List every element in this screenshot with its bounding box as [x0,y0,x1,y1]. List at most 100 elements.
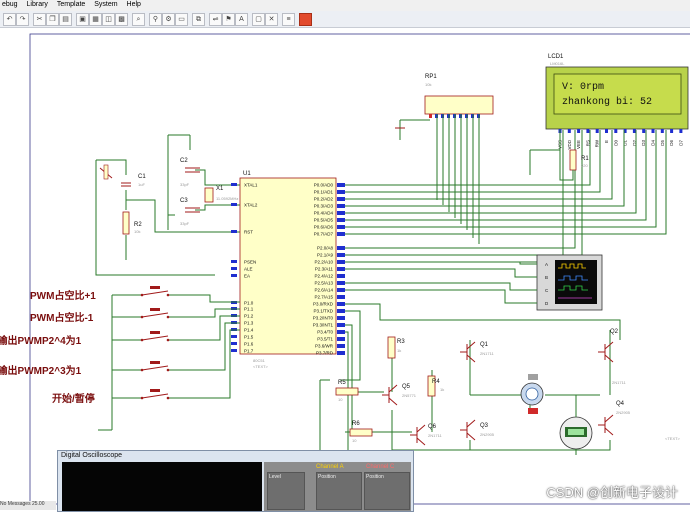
push-button[interactable] [112,361,180,372]
resistor-pack-rp1[interactable]: RP1 10k [424,74,494,115]
crystal-x1[interactable]: X1 11.0592MHz [204,186,238,203]
transistor-q6[interactable]: Q6 2N1711 [410,424,442,446]
package-icon[interactable]: ▭ [175,13,188,26]
menu-help[interactable]: Help [125,0,146,8]
u1-right-pin[interactable] [337,211,345,215]
u1-right-pin[interactable] [337,337,345,341]
menu-library[interactable]: Library [25,0,53,8]
property-assign-icon[interactable]: A [235,13,248,26]
bom-icon[interactable] [299,13,312,26]
u1-left-pin[interactable] [231,203,237,206]
rp1-pin[interactable] [429,114,432,118]
lcd-pin[interactable] [567,129,571,133]
voltmeter[interactable] [559,395,593,455]
mcu-u1[interactable]: U1 80C51 <TEXT> XTAL1 XTAL2 RST PSEN ALE EA P1… [231,171,345,369]
u1-left-pin[interactable] [231,267,237,270]
menu-debug[interactable]: ebug [0,0,23,8]
push-button[interactable] [112,389,180,400]
u1-right-pin[interactable] [337,302,345,306]
u1-left-pin[interactable] [231,274,237,277]
u1-right-pin[interactable] [337,218,345,222]
block-rotate-icon[interactable]: ◫ [102,13,115,26]
redo-icon[interactable]: ↷ [16,13,29,26]
u1-right-pin[interactable] [337,295,345,299]
u1-right-pin[interactable] [337,309,345,313]
u1-right-pin[interactable] [337,246,345,250]
capacitor-c3[interactable]: C3 33pF [180,198,200,226]
paste-icon[interactable]: ▤ [59,13,72,26]
u1-right-pin[interactable] [337,288,345,292]
channel-a-controls[interactable]: Level [267,472,305,510]
lcd-pin[interactable] [595,129,599,133]
u1-right-pin[interactable] [337,323,345,327]
u1-right-pin[interactable] [337,232,345,236]
resistor-r4[interactable]: R4 1k [427,375,444,397]
u1-right-pin[interactable] [337,190,345,194]
u1-left-pin[interactable] [231,335,237,338]
oscilloscope-window[interactable]: Digital Oscilloscope Channel A Channel C… [57,450,414,512]
u1-left-pin[interactable] [231,349,237,352]
u1-right-pin[interactable] [337,344,345,348]
transistor-q5[interactable]: Q5 2N5771 [382,384,417,406]
block-move-icon[interactable]: ▦ [89,13,102,26]
transistor-q4[interactable]: Q4 2N2905 [598,401,631,436]
remove-sheet-icon[interactable]: ✕ [265,13,278,26]
lcd-pin[interactable] [605,129,608,133]
reset-button[interactable] [99,164,113,180]
dc-motor[interactable] [520,374,544,414]
u1-right-pin[interactable] [337,197,345,201]
copy-icon[interactable]: ❐ [46,13,59,26]
menu-system[interactable]: System [92,0,122,8]
lcd-pin[interactable] [632,129,636,133]
menu-template[interactable]: Template [55,0,90,8]
u1-right-pin[interactable] [337,316,345,320]
u1-right-pin[interactable] [337,274,345,278]
u1-right-pin[interactable] [337,281,345,285]
decompose-icon[interactable]: ⧉ [192,13,205,26]
u1-right-pin[interactable] [337,267,345,271]
u1-left-pin[interactable] [231,342,237,345]
push-button[interactable] [112,331,180,342]
capacitor-c1[interactable]: C1 1uF [121,174,146,187]
block-copy-icon[interactable]: ▣ [76,13,89,26]
lcd-pin[interactable] [660,129,664,133]
transistor-q3[interactable]: Q3 2N2905 [460,419,495,441]
channel-b-controls[interactable]: Position [316,472,362,510]
zoom-icon[interactable]: ⌕ [132,13,145,26]
u1-right-pin[interactable] [337,204,345,208]
resistor-r6[interactable]: R6 10 [349,421,373,443]
push-button[interactable] [112,308,180,319]
lcd-pin[interactable] [614,129,618,133]
resistor-r3[interactable]: R3 1k [387,336,405,359]
resistor-r5[interactable]: R5 10 [335,380,359,402]
resistor-r2[interactable]: R2 10k [122,211,142,235]
transistor-q2[interactable]: Q2 [598,329,619,363]
transistor-q1[interactable]: Q1 2N1711 [460,341,494,363]
oscilloscope-symbol[interactable]: A B C D [536,254,603,311]
wire-autorouter-icon[interactable]: ⇌ [209,13,222,26]
u1-right-pin[interactable] [337,225,345,229]
u1-right-pin[interactable] [337,351,345,355]
capacitor-c2[interactable]: C2 33pF [180,158,200,187]
u1-left-pin[interactable] [231,260,237,263]
u1-right-pin[interactable] [337,330,345,334]
undo-icon[interactable]: ↶ [3,13,16,26]
netlist-icon[interactable]: ≡ [282,13,295,26]
cut-icon[interactable]: ✂ [33,13,46,26]
lcd-pin[interactable] [642,129,646,133]
push-button[interactable] [112,286,180,297]
block-delete-icon[interactable]: ▩ [115,13,128,26]
u1-right-pin[interactable] [337,260,345,264]
schematic-canvas[interactable]: .w{stroke:#2a7a2a;stroke-width:1;fill:no… [0,28,690,510]
lcd-pin[interactable] [670,129,674,133]
new-sheet-icon[interactable]: ▢ [252,13,265,26]
lcd-pin[interactable] [679,129,683,133]
u1-right-pin[interactable] [337,183,345,187]
make-device-icon[interactable]: ⚙ [162,13,175,26]
search-tag-icon[interactable]: ⚑ [222,13,235,26]
lcd-pin[interactable] [586,129,590,133]
channel-c-controls[interactable]: Position [364,472,410,510]
lcd-pin[interactable] [651,129,655,133]
lcd-display[interactable]: LCD1 LM016L V: 0rpm zhankong bi: 52 VSS V… [545,54,689,150]
u1-left-pin[interactable] [231,183,237,186]
